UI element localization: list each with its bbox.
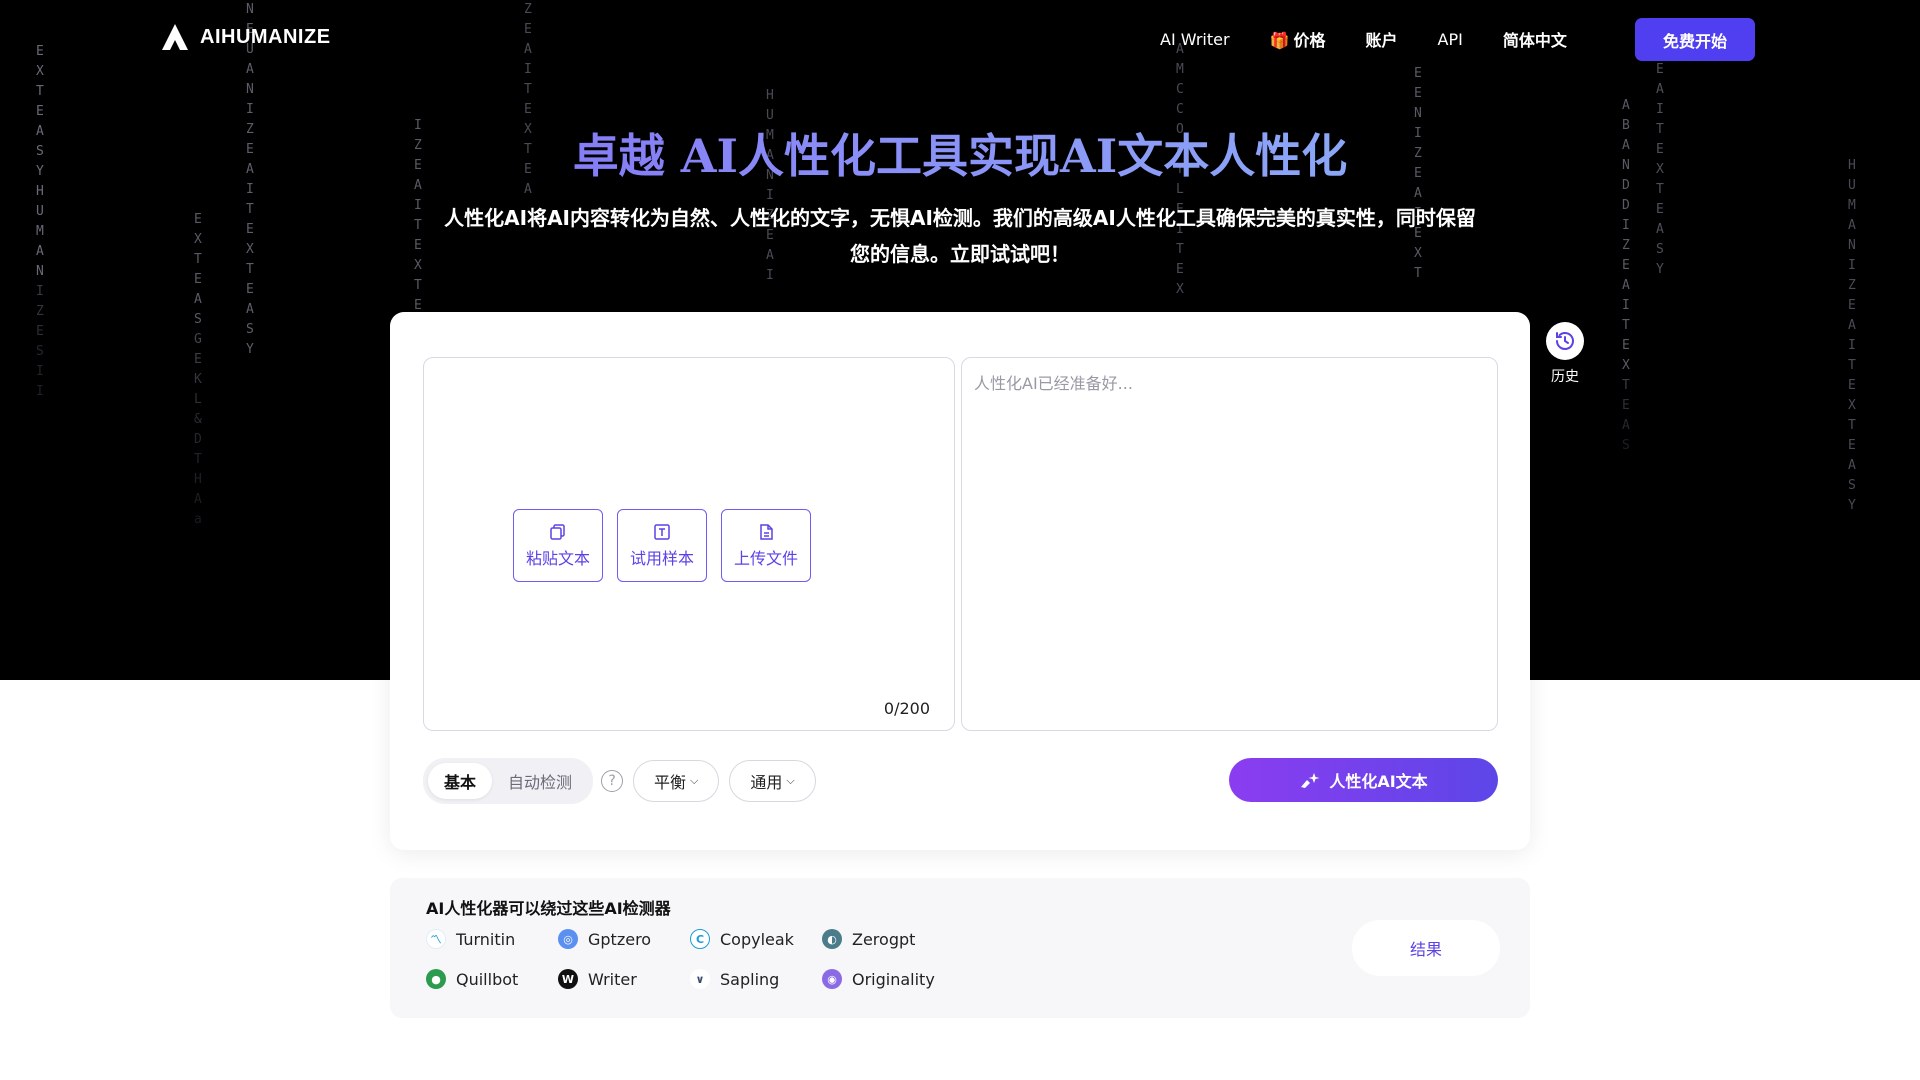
input-textarea[interactable]: 粘贴文本 试用样本 上传文件 0/200 [423,357,955,731]
nav-links: AI Writer 🎁 价格 账户 API 简体中文 [1160,27,1607,51]
writer-icon: W [558,969,578,989]
quillbot-icon: ● [426,969,446,989]
try-sample-label: 试用样本 [629,548,694,568]
detectors-panel: AI人性化器可以绕过这些AI检测器 〽 Turnitin ◎ Gptzero C… [390,878,1530,1018]
detector-turnitin: 〽 Turnitin [426,928,558,950]
originality-icon: ◉ [822,969,842,989]
hero-subtitle: 人性化AI将AI内容转化为自然、人性化的文字，无惧AI检测。我们的高级AI人性化… [390,200,1530,272]
logo-text: AIHUMANIZE [200,25,331,48]
mode-basic[interactable]: 基本 [428,763,493,799]
nav-link-language[interactable]: 简体中文 [1503,27,1567,51]
upload-file-button[interactable]: 上传文件 [721,509,811,582]
top-navigation: AIHUMANIZE AI Writer 🎁 价格 账户 API 简体中文 免费开… [0,0,1920,78]
detector-name: Turnitin [456,929,516,949]
purpose-value: 通用 [750,773,783,792]
file-upload-icon [760,523,773,540]
gift-icon: 🎁 [1269,31,1290,50]
free-start-button[interactable]: 免费开始 [1635,18,1755,61]
hero-subtitle-line1: 人性化AI将AI内容转化为自然、人性化的文字，无惧AI检测。我们的高级AI人性化… [444,206,1476,230]
detector-name: Zerogpt [852,929,916,949]
detector-gptzero: ◎ Gptzero [558,928,690,950]
detector-zerogpt: ◐ Zerogpt [822,928,954,950]
gptzero-icon: ◎ [558,929,578,949]
strength-dropdown[interactable]: 平衡 ⌵ [633,760,720,802]
detector-copyleak: C Copyleak [690,928,822,950]
humanizer-card: 粘贴文本 试用样本 上传文件 0/200 人性化AI已经准备好... 基本 自动… [390,312,1530,850]
strength-value: 平衡 [654,773,687,792]
history-button[interactable]: 历史 [1545,322,1585,386]
copyleak-icon: C [690,929,710,949]
help-icon[interactable]: ? [601,770,624,792]
logo[interactable]: AIHUMANIZE [160,22,331,52]
page-title: 卓越 AI人性化工具实现AI文本人性化 [0,124,1920,188]
logo-icon [162,24,188,50]
history-label: 历史 [1551,369,1579,385]
turnitin-icon: 〽 [426,929,446,949]
mode-auto-detect[interactable]: 自动检测 [492,763,588,799]
chevron-down-icon: ⌵ [690,774,699,787]
text-sample-icon [654,523,670,540]
detector-name: Gptzero [588,929,652,949]
detector-sapling: ∨ Sapling [690,968,822,990]
zerogpt-icon: ◐ [822,929,842,949]
history-icon [1546,322,1584,360]
nav-link-pricing[interactable]: 🎁 价格 [1270,27,1326,51]
nav-link-ai-writer[interactable]: AI Writer [1160,30,1230,49]
detector-name: Copyleak [720,929,794,949]
detector-originality: ◉ Originality [822,968,954,990]
detector-name: Writer [588,969,637,989]
paste-icon [550,523,565,540]
matrix-decor: EXTEASYHUMANIZESII [36,44,44,399]
detector-name: Sapling [720,969,780,989]
sparkle-hand-icon [1301,773,1320,788]
detector-name: Originality [852,969,935,989]
detector-quillbot: ● Quillbot [426,968,558,990]
sapling-icon: ∨ [690,969,710,989]
chevron-down-icon: ⌵ [786,774,795,787]
paste-text-label: 粘贴文本 [525,548,590,568]
humanize-controls: 基本 自动检测 ? 平衡 ⌵ 通用 ⌵ [423,758,816,804]
detector-name: Quillbot [456,969,519,989]
character-counter: 0/200 [883,699,930,718]
mode-toggle: 基本 自动检测 [423,758,594,804]
nav-link-pricing-label: 价格 [1293,31,1326,50]
upload-file-label: 上传文件 [733,548,798,568]
detectors-list: 〽 Turnitin ◎ Gptzero C Copyleak ◐ Zerogp… [426,928,954,990]
paste-text-button[interactable]: 粘贴文本 [513,509,603,582]
purpose-dropdown[interactable]: 通用 ⌵ [729,760,816,802]
nav-link-account[interactable]: 账户 [1366,27,1398,51]
output-placeholder: 人性化AI已经准备好... [974,374,1133,393]
matrix-decor: E X T E A S G E K L & D T H Aa [194,212,202,527]
humanize-button-label: 人性化AI文本 [1329,772,1428,791]
results-button[interactable]: 结果 [1352,920,1500,976]
hero-subtitle-line2: 您的信息。立即试试吧！ [850,242,1070,266]
nav-link-api[interactable]: API [1438,30,1463,49]
try-sample-button[interactable]: 试用样本 [617,509,707,582]
matrix-decor: HUMANIZEAITEXTEASY [1848,158,1856,513]
detectors-title: AI人性化器可以绕过这些AI检测器 [426,899,671,918]
humanize-ai-text-button[interactable]: 人性化AI文本 [1229,758,1498,802]
input-actions: 粘贴文本 试用样本 上传文件 [513,509,811,582]
output-textarea[interactable]: 人性化AI已经准备好... [961,357,1498,731]
detector-writer: W Writer [558,968,690,990]
